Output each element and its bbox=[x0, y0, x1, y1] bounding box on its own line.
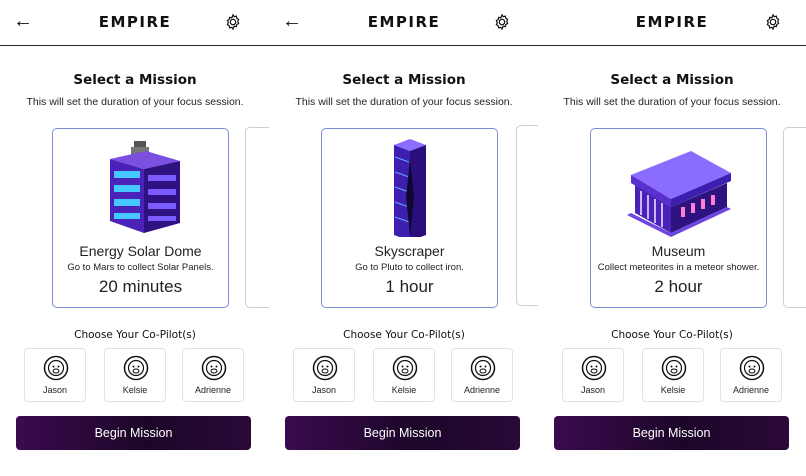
copilot-option[interactable]: Adrienne bbox=[451, 348, 513, 402]
copilot-name: Adrienne bbox=[463, 385, 501, 395]
top-bar: ← EMPIRE bbox=[0, 0, 270, 46]
copilot-name: Adrienne bbox=[732, 385, 770, 395]
astronaut-monkey-icon bbox=[470, 355, 496, 381]
mission-description: Go to Pluto to collect iron. bbox=[355, 262, 464, 273]
astronaut-monkey-icon bbox=[739, 355, 765, 381]
mission-name: Energy Solar Dome bbox=[79, 243, 202, 259]
copilot-heading: Choose Your Co-Pilot(s) bbox=[343, 329, 465, 341]
mission-name: Museum bbox=[651, 243, 706, 259]
mission-card[interactable]: Skyscraper Go to Pluto to collect iron. … bbox=[321, 128, 498, 308]
copilot-heading: Choose Your Co-Pilot(s) bbox=[611, 329, 733, 341]
astronaut-monkey-icon bbox=[201, 355, 227, 381]
copilot-option[interactable]: Adrienne bbox=[182, 348, 244, 402]
astronaut-monkey-icon bbox=[43, 355, 69, 381]
copilot-option[interactable]: Kelsie bbox=[104, 348, 166, 402]
page-title: Select a Mission bbox=[342, 72, 466, 88]
mission-card[interactable]: Energy Solar Dome Go to Mars to collect … bbox=[52, 128, 229, 308]
astronaut-monkey-icon bbox=[581, 355, 607, 381]
mission-description: Collect meteorites in a meteor shower. bbox=[597, 262, 760, 273]
mission-screen-1: ← EMPIRE Select a Mission This will set … bbox=[0, 0, 270, 476]
astronaut-monkey-icon bbox=[661, 355, 687, 381]
copilot-name: Kelsie bbox=[122, 385, 148, 395]
gear-icon[interactable] bbox=[224, 13, 242, 31]
mission-screen-3: ← EMPIRE Select a Mission This will set … bbox=[538, 0, 806, 476]
begin-mission-button[interactable]: Begin Mission bbox=[285, 416, 520, 450]
mission-duration: 1 hour bbox=[385, 277, 434, 296]
page-subtitle: This will set the duration of your focus… bbox=[26, 96, 244, 108]
mission-screen-2: ← EMPIRE Select a Mission This will set … bbox=[269, 0, 539, 476]
begin-mission-button[interactable]: Begin Mission bbox=[16, 416, 251, 450]
page-title: Select a Mission bbox=[73, 72, 197, 88]
gear-icon[interactable] bbox=[493, 13, 511, 31]
copilot-option[interactable]: Kelsie bbox=[642, 348, 704, 402]
copilot-name: Kelsie bbox=[660, 385, 686, 395]
next-mission-card-peek[interactable] bbox=[516, 125, 539, 306]
gear-icon[interactable] bbox=[764, 13, 782, 31]
mission-duration: 2 hour bbox=[654, 277, 703, 296]
page-subtitle: This will set the duration of your focus… bbox=[295, 96, 513, 108]
copilot-name: Jason bbox=[580, 385, 606, 395]
astronaut-monkey-icon bbox=[123, 355, 149, 381]
mission-duration: 20 minutes bbox=[98, 277, 183, 296]
top-bar: ← EMPIRE bbox=[538, 0, 806, 46]
copilot-option[interactable]: Kelsie bbox=[373, 348, 435, 402]
skyscraper-illustration bbox=[394, 139, 426, 237]
museum-illustration bbox=[627, 151, 731, 237]
copilot-name: Jason bbox=[42, 385, 68, 395]
copilot-option[interactable]: Jason bbox=[24, 348, 86, 402]
next-mission-card-peek[interactable] bbox=[783, 127, 806, 308]
copilot-option[interactable]: Jason bbox=[293, 348, 355, 402]
copilot-name: Adrienne bbox=[194, 385, 232, 395]
copilot-heading: Choose Your Co-Pilot(s) bbox=[74, 329, 196, 341]
astronaut-monkey-icon bbox=[392, 355, 418, 381]
mission-name: Skyscraper bbox=[374, 243, 445, 259]
mission-card[interactable]: Museum Collect meteorites in a meteor sh… bbox=[590, 128, 767, 308]
copilot-name: Kelsie bbox=[391, 385, 417, 395]
mission-description: Go to Mars to collect Solar Panels. bbox=[67, 262, 214, 273]
screens-container: ← EMPIRE Select a Mission This will set … bbox=[0, 0, 806, 476]
solar-building-illustration bbox=[110, 141, 180, 233]
page-subtitle: This will set the duration of your focus… bbox=[563, 96, 781, 108]
copilot-name: Jason bbox=[311, 385, 337, 395]
next-mission-card-peek[interactable] bbox=[245, 127, 270, 308]
copilot-option[interactable]: Adrienne bbox=[720, 348, 782, 402]
astronaut-monkey-icon bbox=[312, 355, 338, 381]
top-bar: ← EMPIRE bbox=[269, 0, 539, 46]
page-title: Select a Mission bbox=[610, 72, 734, 88]
begin-mission-button[interactable]: Begin Mission bbox=[554, 416, 789, 450]
copilot-option[interactable]: Jason bbox=[562, 348, 624, 402]
